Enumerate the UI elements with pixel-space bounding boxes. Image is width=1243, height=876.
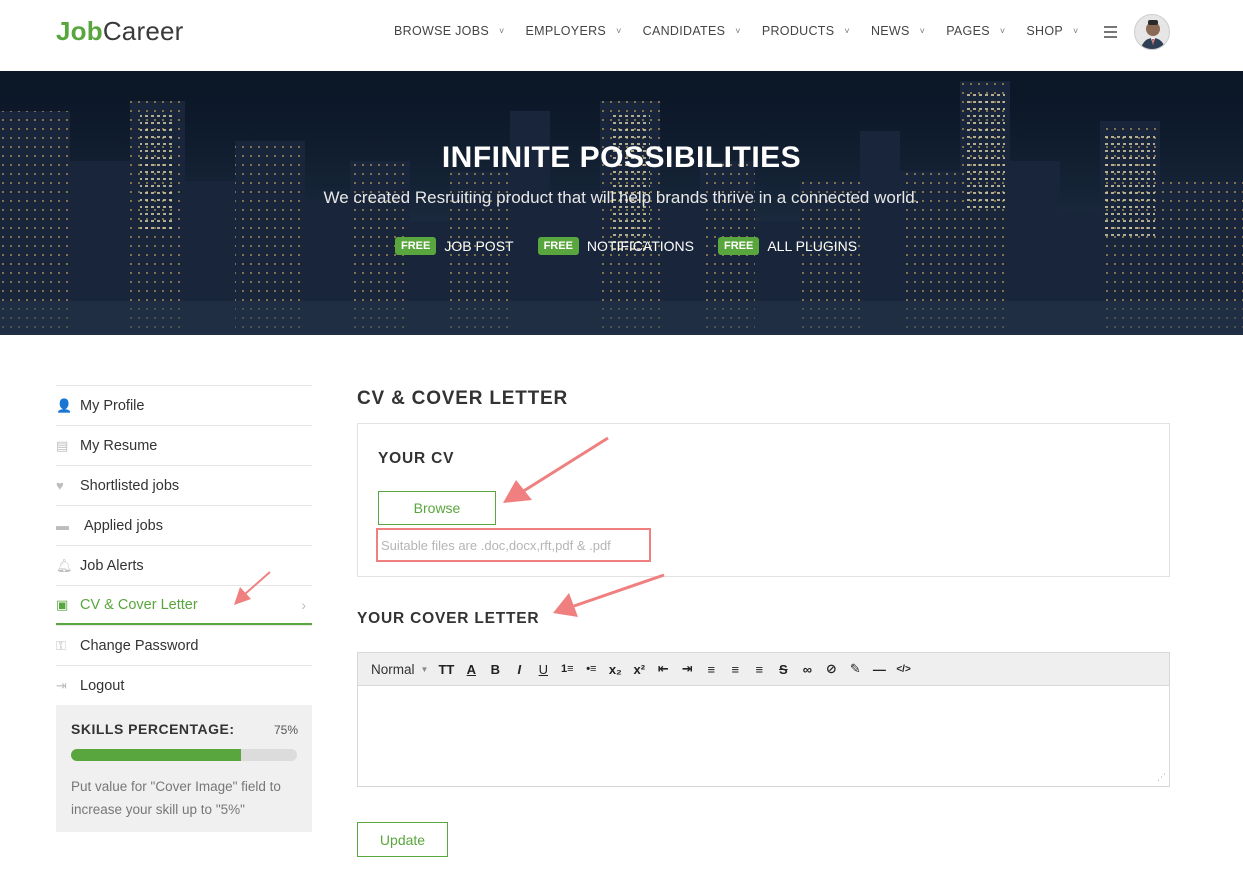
sidebar-item-job-alerts[interactable]: 🔔︎ Job Alerts: [56, 545, 312, 585]
skills-progress-bar: [71, 749, 297, 761]
outdent-icon[interactable]: ⇤: [656, 661, 670, 677]
document-icon: ▤: [56, 437, 69, 453]
strikethrough-icon[interactable]: S: [776, 662, 790, 677]
avatar[interactable]: [1134, 14, 1170, 50]
file-hint-text: Suitable files are .doc,docx,rft,pdf & .…: [381, 538, 611, 553]
file-hint-highlight: Suitable files are .doc,docx,rft,pdf & .…: [376, 528, 651, 562]
hero-banner: INFINITE POSSIBILITIES We created Resrui…: [0, 71, 1243, 335]
chevron-down-icon[interactable]: ▼: [421, 665, 429, 674]
badge-label-all-plugins: ALL PLUGINS: [767, 238, 858, 254]
bullet-list-icon[interactable]: •≡: [584, 663, 598, 675]
sidebar-item-label: Shortlisted jobs: [80, 477, 180, 494]
logout-icon: ⇥: [56, 677, 67, 693]
site-logo[interactable]: JobCareer: [56, 16, 184, 47]
format-select[interactable]: Normal: [371, 662, 415, 677]
chevron-down-icon: ˅: [498, 26, 505, 36]
bell-icon: 🔔︎: [56, 557, 73, 573]
source-code-icon[interactable]: </>: [896, 664, 910, 675]
browse-button[interactable]: Browse: [378, 491, 496, 525]
cv-upload-panel: YOUR CV Browse Suitable files are .doc,d…: [357, 423, 1170, 577]
sidebar-item-label: My Resume: [80, 437, 158, 454]
link-icon[interactable]: ∞: [800, 662, 814, 677]
resize-handle-icon[interactable]: ⋰: [1157, 772, 1166, 783]
hero-subtitle: We created Resruiting product that will …: [323, 188, 920, 207]
sidebar-item-label: My Profile: [80, 397, 145, 414]
cv-title: YOUR CV: [378, 450, 455, 467]
italic-icon[interactable]: I: [512, 662, 526, 677]
nav-browse-jobs[interactable]: BROWSE JOBS ˅: [394, 24, 505, 38]
cover-letter-textarea[interactable]: [358, 687, 1169, 786]
nav-products[interactable]: PRODUCTS ˅: [762, 24, 850, 38]
ordered-list-icon[interactable]: 1≡: [560, 663, 574, 675]
editor-toolbar: Normal ▼ TT A B I U 1≡ •≡ x₂ x² ⇤ ⇥ ≡ ≡ …: [358, 653, 1169, 686]
sidebar-item-label: CV & Cover Letter: [80, 596, 198, 613]
sidebar-item-cv-cover-letter[interactable]: ▣ CV & Cover Letter ›: [56, 585, 312, 625]
hero-badges: FREE JOB POST FREE NOTIFICATIONS FREE AL…: [395, 237, 881, 255]
sidebar-item-logout[interactable]: ⇥ Logout: [56, 665, 312, 705]
sidebar-item-my-profile[interactable]: 👤 My Profile: [56, 385, 312, 425]
sidebar-item-label: Job Alerts: [80, 557, 144, 574]
badge-label-notifications: NOTIFICATIONS: [586, 238, 694, 254]
free-badge: FREE: [718, 237, 760, 255]
logo-job-text: Job: [56, 16, 103, 46]
skills-panel: SKILLS PERCENTAGE: 75% Put value for "Co…: [56, 705, 312, 832]
horizontal-rule-icon[interactable]: —: [872, 662, 886, 677]
skills-title: SKILLS PERCENTAGE:: [71, 721, 235, 737]
align-center-icon[interactable]: ≡: [728, 662, 742, 677]
account-sidebar: 👤 My Profile ▤ My Resume ♥ Shortlisted j…: [56, 385, 312, 832]
chevron-down-icon: ˅: [735, 26, 741, 36]
sidebar-item-label: Applied jobs: [84, 517, 163, 534]
sidebar-item-shortlisted-jobs[interactable]: ♥ Shortlisted jobs: [56, 465, 312, 505]
sidebar-item-applied-jobs[interactable]: ▬ Applied jobs: [56, 505, 312, 545]
unlink-icon[interactable]: ⊘: [824, 661, 838, 677]
subscript-icon[interactable]: x₂: [608, 662, 622, 677]
nav-employers[interactable]: EMPLOYERS ˅: [526, 24, 622, 38]
cover-letter-editor: Normal ▼ TT A B I U 1≡ •≡ x₂ x² ⇤ ⇥ ≡ ≡ …: [357, 652, 1170, 787]
free-badge: FREE: [537, 237, 579, 255]
indent-icon[interactable]: ⇥: [680, 661, 694, 677]
skills-progress-fill: [71, 749, 241, 761]
clear-format-icon[interactable]: ✎: [848, 661, 862, 677]
page: JobCareer BROWSE JOBS ˅ EMPLOYERS ˅ CANDID…: [0, 0, 1243, 876]
free-badge: FREE: [395, 237, 437, 255]
text-color-icon[interactable]: A: [464, 662, 478, 677]
font-size-icon[interactable]: TT: [438, 662, 454, 677]
heart-icon: ♥: [56, 478, 64, 493]
user-icon: 👤: [56, 397, 73, 413]
align-left-icon[interactable]: ≡: [704, 662, 718, 677]
skills-hint: Put value for "Cover Image" field to inc…: [71, 779, 281, 817]
align-right-icon[interactable]: ≡: [752, 662, 766, 677]
sidebar-item-label: Logout: [80, 677, 125, 694]
briefcase-icon: ▬: [56, 518, 69, 533]
update-button[interactable]: Update: [357, 822, 448, 857]
key-icon: ⚿: [56, 637, 66, 653]
chevron-down-icon: ˅: [919, 26, 926, 36]
site-header: JobCareer BROWSE JOBS ˅ EMPLOYERS ˅ CANDID…: [0, 0, 1243, 71]
nav-news[interactable]: NEWS ˅: [871, 24, 925, 38]
cover-letter-title: YOUR COVER LETTER: [357, 610, 540, 627]
badge-label-job-post: JOB POST: [444, 238, 514, 254]
page-title: CV & COVER LETTER: [357, 388, 569, 409]
id-card-icon: ▣: [56, 596, 69, 612]
chevron-right-icon: ›: [301, 596, 306, 613]
main-nav: BROWSE JOBS ˅ EMPLOYERS ˅ CANDIDATES ˅ PROD…: [394, 24, 1100, 38]
logo-career-text: Career: [102, 16, 184, 46]
chevron-down-icon: ˅: [999, 26, 1006, 36]
superscript-icon[interactable]: x²: [632, 662, 646, 677]
chevron-down-icon: ˅: [1073, 26, 1079, 36]
underline-icon[interactable]: U: [536, 662, 550, 677]
skills-value: 75%: [273, 723, 298, 737]
bold-icon[interactable]: B: [488, 662, 502, 677]
sidebar-item-my-resume[interactable]: ▤ My Resume: [56, 425, 312, 465]
chevron-down-icon: ˅: [844, 26, 850, 36]
nav-pages[interactable]: PAGES ˅: [946, 24, 1005, 38]
sidebar-item-label: Change Password: [80, 637, 199, 654]
chevron-down-icon: ˅: [616, 26, 622, 36]
nav-candidates[interactable]: CANDIDATES ˅: [643, 24, 741, 38]
menu-icon[interactable]: [1104, 26, 1117, 39]
nav-shop[interactable]: SHOP ˅: [1026, 24, 1078, 38]
hero-title: INFINITE POSSIBILITIES: [441, 141, 802, 174]
sidebar-item-change-password[interactable]: ⚿ Change Password: [56, 625, 312, 665]
